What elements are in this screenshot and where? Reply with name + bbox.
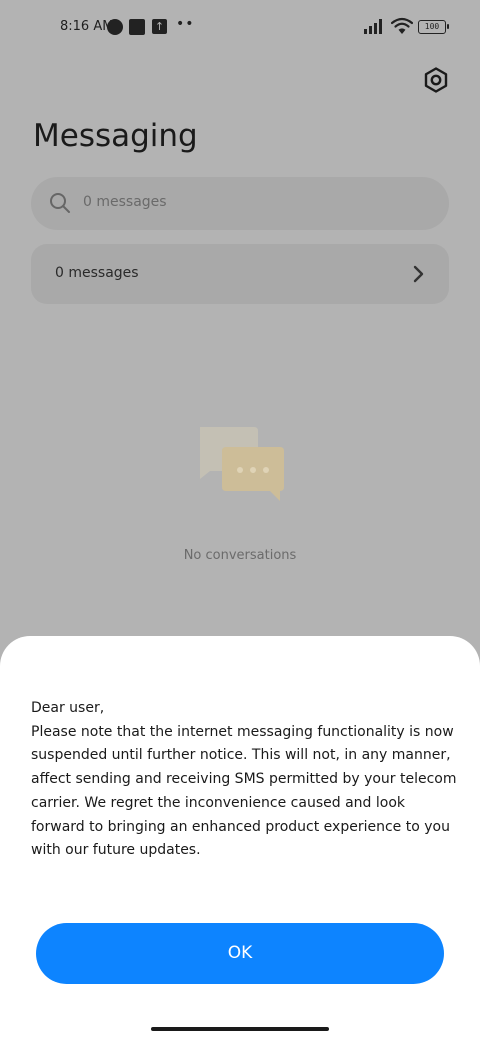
cellular-signal-icon — [364, 19, 386, 34]
search-bar[interactable]: 0 messages — [31, 177, 449, 230]
notice-message: Dear user, Please note that the internet… — [31, 697, 461, 863]
more-notifications-icon: •• — [176, 16, 195, 32]
battery-icon: 100 — [418, 20, 449, 34]
notification-square-icon — [129, 19, 145, 35]
wifi-icon — [391, 17, 413, 34]
notice-dialog: Dear user, Please note that the internet… — [0, 636, 480, 1040]
upload-icon: ↑ — [152, 19, 167, 34]
home-indicator[interactable] — [151, 1027, 329, 1031]
notice-body: Please note that the internet messaging … — [31, 723, 457, 859]
status-time: 8:16 AM — [60, 19, 114, 34]
notification-app-icon — [107, 19, 123, 35]
messaging-screen: 8:16 AM ↑ •• 100 Messaging 0 messages 0 … — [0, 0, 480, 1040]
page-title: Messaging — [33, 118, 198, 154]
search-icon — [50, 193, 70, 213]
messages-row[interactable]: 0 messages — [31, 244, 449, 304]
gear-icon[interactable] — [422, 66, 450, 94]
messages-row-label: 0 messages — [55, 265, 139, 281]
chevron-right-icon — [413, 265, 424, 283]
status-bar: 8:16 AM ↑ •• 100 — [0, 0, 480, 56]
search-placeholder: 0 messages — [83, 194, 167, 210]
empty-state-text: No conversations — [183, 548, 297, 563]
notice-greeting: Dear user, — [31, 700, 105, 716]
ok-button[interactable]: OK — [36, 923, 444, 984]
chat-bubbles-icon — [200, 427, 284, 501]
